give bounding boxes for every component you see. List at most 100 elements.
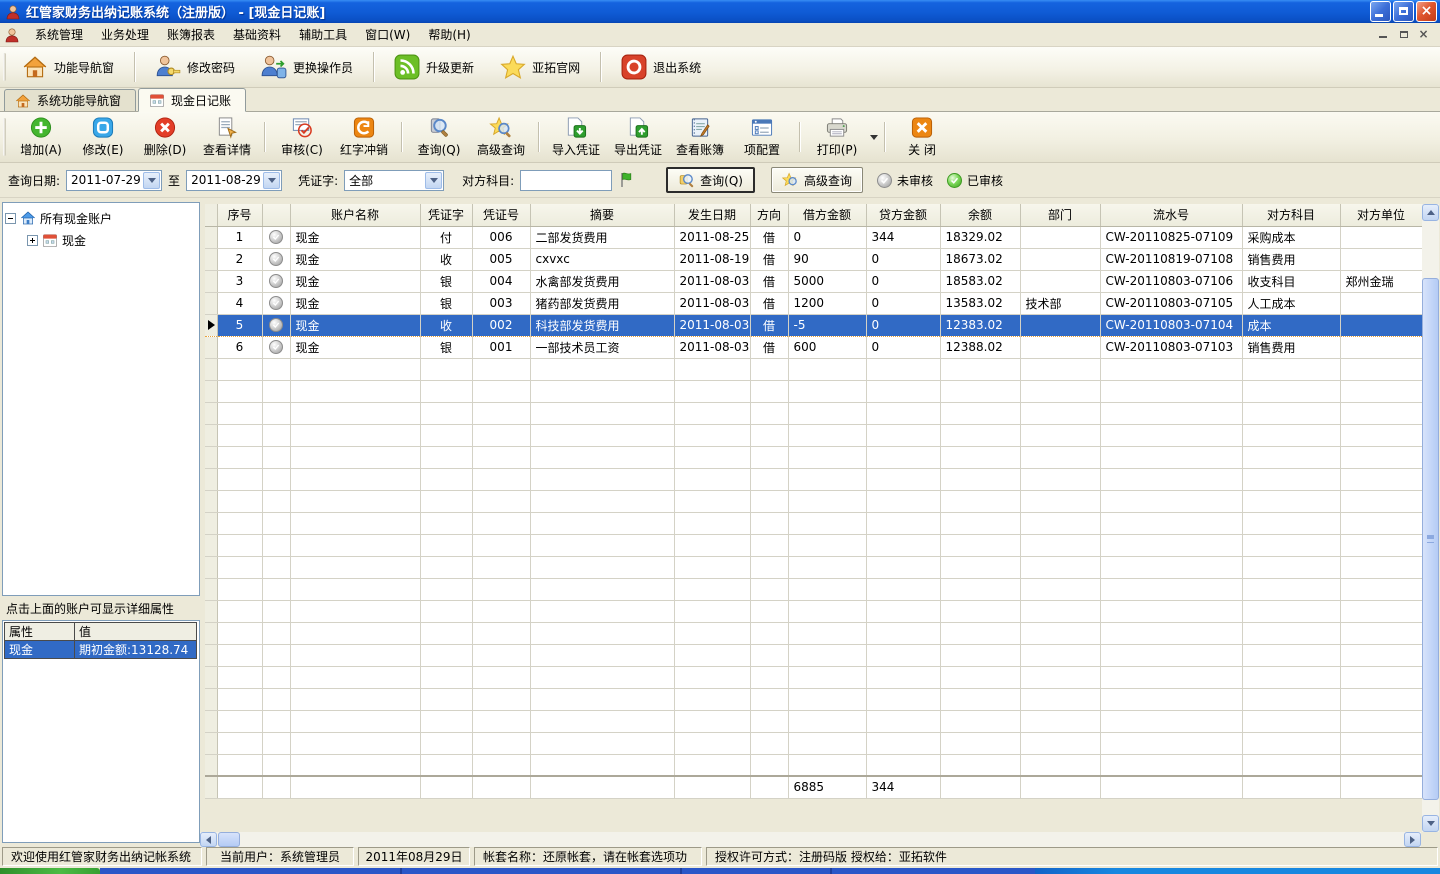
- status-account-set: 帐套名称：还原帐套，请在帐套选项功: [474, 847, 702, 866]
- vertical-scroll-track[interactable]: [1422, 221, 1439, 815]
- query-button[interactable]: 查询(Q): [408, 114, 470, 160]
- red-reverse-button[interactable]: 红字冲销: [333, 114, 395, 160]
- scroll-up-button[interactable]: [1422, 204, 1439, 221]
- tree-node-all-accounts[interactable]: 所有现金账户: [5, 207, 197, 229]
- empty-row: [205, 446, 1422, 468]
- column-header-direction[interactable]: 方向: [750, 204, 788, 226]
- menu-item-business[interactable]: 业务处理: [92, 23, 158, 46]
- minimize-button[interactable]: [1370, 1, 1391, 22]
- column-header-department[interactable]: 部门: [1020, 204, 1100, 226]
- restore-button[interactable]: [1393, 1, 1414, 22]
- scroll-right-button[interactable]: [1404, 832, 1421, 847]
- tab-system-navigator[interactable]: 系统功能导航窗: [4, 89, 136, 111]
- exit-system-button[interactable]: 退出系统: [609, 50, 713, 84]
- tab-cash-journal[interactable]: 现金日记账: [138, 88, 246, 112]
- calendar-icon: [42, 232, 58, 248]
- view-detail-button[interactable]: 查看详情: [196, 114, 258, 160]
- column-header-subject[interactable]: 对方科目: [1242, 204, 1340, 226]
- delete-icon: [153, 116, 177, 139]
- import-voucher-button[interactable]: 导入凭证: [545, 114, 607, 160]
- delete-button[interactable]: 删除(D): [134, 114, 196, 160]
- menu-item-window[interactable]: 窗口(W): [356, 23, 419, 46]
- flag-icon[interactable]: [618, 171, 636, 189]
- column-header-serial[interactable]: 流水号: [1100, 204, 1242, 226]
- column-header-account[interactable]: 账户名称: [290, 204, 420, 226]
- mdi-restore-button[interactable]: [1395, 27, 1412, 42]
- column-header-balance[interactable]: 余额: [940, 204, 1020, 226]
- advanced-search-button[interactable]: 高级查询: [771, 167, 863, 193]
- website-button[interactable]: 亚拓官网: [488, 50, 592, 84]
- menu-item-system[interactable]: 系统管理: [26, 23, 92, 46]
- search-button[interactable]: 查询(Q): [666, 167, 755, 193]
- column-header-voucher-word[interactable]: 凭证字: [420, 204, 472, 226]
- date-to-dropdown-button[interactable]: [263, 172, 280, 189]
- arrow-down-icon: [1427, 821, 1435, 826]
- toolbar-grip: [3, 118, 6, 156]
- vertical-scrollbar[interactable]: [1422, 204, 1439, 832]
- menu-item-help[interactable]: 帮助(H): [419, 23, 479, 46]
- table-row-selected[interactable]: 5 现金收 002科技部发货费用 2011-08-03借 -50 12383.0…: [205, 314, 1422, 336]
- property-row[interactable]: 现金 期初金额:13128.74: [5, 641, 197, 659]
- date-from-dropdown-button[interactable]: [143, 172, 160, 189]
- tree-node-cash[interactable]: 现金: [5, 229, 197, 251]
- voucher-word-dropdown-button[interactable]: [425, 172, 442, 189]
- status-bar: 欢迎使用红管家财务出纳记帐系统 当前用户：系统管理员 2011年08月29日 帐…: [0, 845, 1440, 868]
- scroll-down-button[interactable]: [1422, 815, 1439, 832]
- audit-button[interactable]: 审核(C): [271, 114, 333, 160]
- column-header-credit[interactable]: 贷方金额: [866, 204, 940, 226]
- switch-operator-button[interactable]: 更换操作员: [249, 50, 365, 84]
- date-from-combo[interactable]: 2011-07-29: [66, 170, 162, 191]
- print-button[interactable]: 打印(P): [806, 114, 868, 160]
- exit-icon: [621, 54, 647, 80]
- table-row[interactable]: 1 现金付 006二部发货费用 2011-08-25借 0344 18329.0…: [205, 226, 1422, 248]
- red-reverse-icon: [352, 116, 376, 139]
- advanced-query-button[interactable]: 高级查询: [470, 114, 532, 160]
- column-header-date[interactable]: 发生日期: [674, 204, 750, 226]
- item-config-button[interactable]: 项配置: [731, 114, 793, 160]
- unaudited-legend: 未审核: [877, 172, 933, 189]
- counterpart-subject-input[interactable]: [520, 170, 612, 191]
- value-column-header: 值: [75, 623, 197, 641]
- empty-row: [205, 490, 1422, 512]
- table-row[interactable]: 2 现金收 005cxvxc 2011-08-19借 900 18673.02 …: [205, 248, 1422, 270]
- column-header-seq[interactable]: 序号: [217, 204, 262, 226]
- horizontal-scrollbar[interactable]: [200, 832, 1439, 847]
- column-header-debit[interactable]: 借方金额: [788, 204, 866, 226]
- close-button[interactable]: ×: [1416, 1, 1437, 22]
- export-voucher-button[interactable]: 导出凭证: [607, 114, 669, 160]
- column-header-audit[interactable]: [262, 204, 290, 226]
- collapse-icon[interactable]: [5, 213, 16, 224]
- arrow-left-icon: [206, 836, 211, 844]
- calendar-icon: [149, 92, 165, 108]
- view-ledger-button[interactable]: 查看账簿: [669, 114, 731, 160]
- date-to-combo[interactable]: 2011-08-29: [186, 170, 282, 191]
- mdi-close-icon: ×: [1416, 27, 1431, 41]
- change-password-button[interactable]: 修改密码: [143, 50, 247, 84]
- start-button-fragment[interactable]: [0, 868, 100, 874]
- horizontal-scroll-thumb[interactable]: [218, 832, 240, 847]
- vertical-scroll-thumb[interactable]: [1422, 278, 1439, 800]
- mdi-close-button[interactable]: ×: [1415, 27, 1432, 42]
- ledger-icon: [688, 116, 712, 139]
- column-header-summary[interactable]: 摘要: [530, 204, 674, 226]
- mdi-minimize-button[interactable]: [1375, 27, 1392, 42]
- nav-window-button[interactable]: 功能导航窗: [10, 50, 126, 84]
- print-dropdown-arrow[interactable]: [870, 135, 878, 140]
- menu-item-reports[interactable]: 账簿报表: [158, 23, 224, 46]
- upgrade-button[interactable]: 升级更新: [382, 50, 486, 84]
- add-icon: [29, 116, 53, 139]
- menu-item-basedata[interactable]: 基础资料: [224, 23, 290, 46]
- column-header-unit[interactable]: 对方单位: [1340, 204, 1422, 226]
- search-icon: [678, 172, 695, 189]
- column-header-voucher-no[interactable]: 凭证号: [472, 204, 530, 226]
- add-button[interactable]: 增加(A): [10, 114, 72, 160]
- table-row[interactable]: 4 现金银 003猪药部发货费用 2011-08-03借 12000 13583…: [205, 292, 1422, 314]
- scroll-left-button[interactable]: [200, 832, 217, 847]
- expand-icon[interactable]: [27, 235, 38, 246]
- menu-item-tools[interactable]: 辅助工具: [290, 23, 356, 46]
- table-row[interactable]: 3 现金银 004水禽部发货费用 2011-08-03借 50000 18583…: [205, 270, 1422, 292]
- close-tab-button[interactable]: 关 闭: [891, 114, 953, 160]
- table-row[interactable]: 6 现金银 001一部技术员工资 2011-08-03借 6000 12388.…: [205, 336, 1422, 358]
- edit-button[interactable]: 修改(E): [72, 114, 134, 160]
- voucher-word-combo[interactable]: 全部: [344, 170, 444, 191]
